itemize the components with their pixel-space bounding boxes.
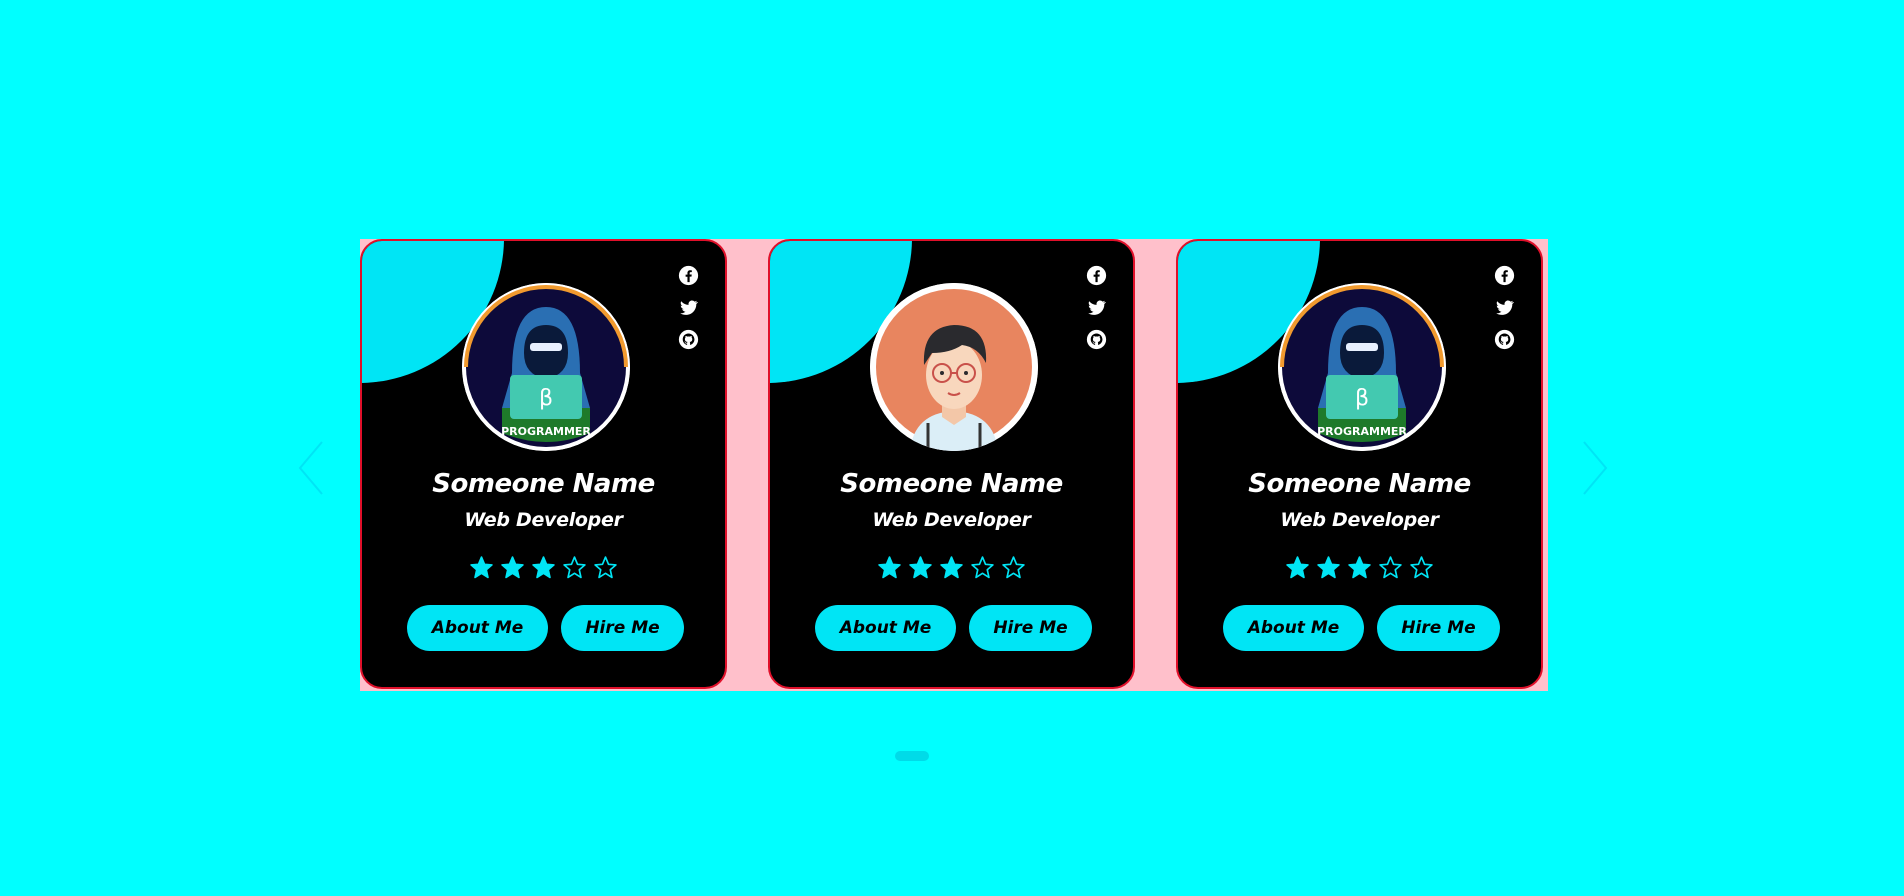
card-name: Someone Name [432,469,655,499]
star-filled-icon [532,556,555,579]
facebook-icon[interactable] [1086,265,1107,286]
social-links [678,265,699,350]
card-role: Web Developer [464,509,623,531]
rating-stars [1178,555,1541,580]
about-me-button[interactable]: About Me [407,605,548,651]
twitter-icon[interactable] [1494,297,1515,318]
social-links [1086,265,1107,350]
man-with-glasses-avatar [870,283,1038,451]
star-empty-icon [594,556,617,579]
card-role: Web Developer [872,509,1031,531]
twitter-icon[interactable] [1086,297,1107,318]
card-slider: β PROGRAMMER Someone Name Web Developer … [360,239,1548,691]
programmer-avatar: β PROGRAMMER [1278,283,1446,451]
profile-card: β PROGRAMMER Someone Name Web Developer … [360,239,727,689]
facebook-icon[interactable] [678,265,699,286]
star-empty-icon [1410,556,1433,579]
star-filled-icon [940,556,963,579]
card-name: Someone Name [1248,469,1471,499]
chevron-left-icon [298,441,323,495]
star-filled-icon [1286,556,1309,579]
star-empty-icon [1379,556,1402,579]
star-empty-icon [971,556,994,579]
social-links [1494,265,1515,350]
programmer-avatar: β PROGRAMMER [462,283,630,451]
avatar-symbol: β [539,386,553,411]
profile-card: β PROGRAMMER Someone Name Web Developer … [1176,239,1543,689]
twitter-icon[interactable] [678,297,699,318]
avatar-badge-text: PROGRAMMER [501,425,591,438]
star-filled-icon [1317,556,1340,579]
card-role: Web Developer [1280,509,1439,531]
avatar-badge-text: PROGRAMMER [1317,425,1407,438]
chevron-right-icon [1583,441,1608,495]
star-empty-icon [1002,556,1025,579]
about-me-button[interactable]: About Me [815,605,956,651]
star-filled-icon [1348,556,1371,579]
github-icon[interactable] [678,329,699,350]
star-filled-icon [501,556,524,579]
profile-card: Someone Name Web Developer About Me Hire… [768,239,1135,689]
hire-me-button[interactable]: Hire Me [561,605,684,651]
pagination-bullet-active[interactable] [895,751,929,761]
avatar-symbol: β [1355,386,1369,411]
hire-me-button[interactable]: Hire Me [1377,605,1500,651]
rating-stars [362,555,725,580]
star-filled-icon [878,556,901,579]
star-empty-icon [563,556,586,579]
rating-stars [770,555,1133,580]
facebook-icon[interactable] [1494,265,1515,286]
github-icon[interactable] [1086,329,1107,350]
next-arrow[interactable] [1580,440,1610,496]
github-icon[interactable] [1494,329,1515,350]
hire-me-button[interactable]: Hire Me [969,605,1092,651]
star-filled-icon [909,556,932,579]
about-me-button[interactable]: About Me [1223,605,1364,651]
card-name: Someone Name [840,469,1063,499]
prev-arrow[interactable] [296,440,326,496]
star-filled-icon [470,556,493,579]
